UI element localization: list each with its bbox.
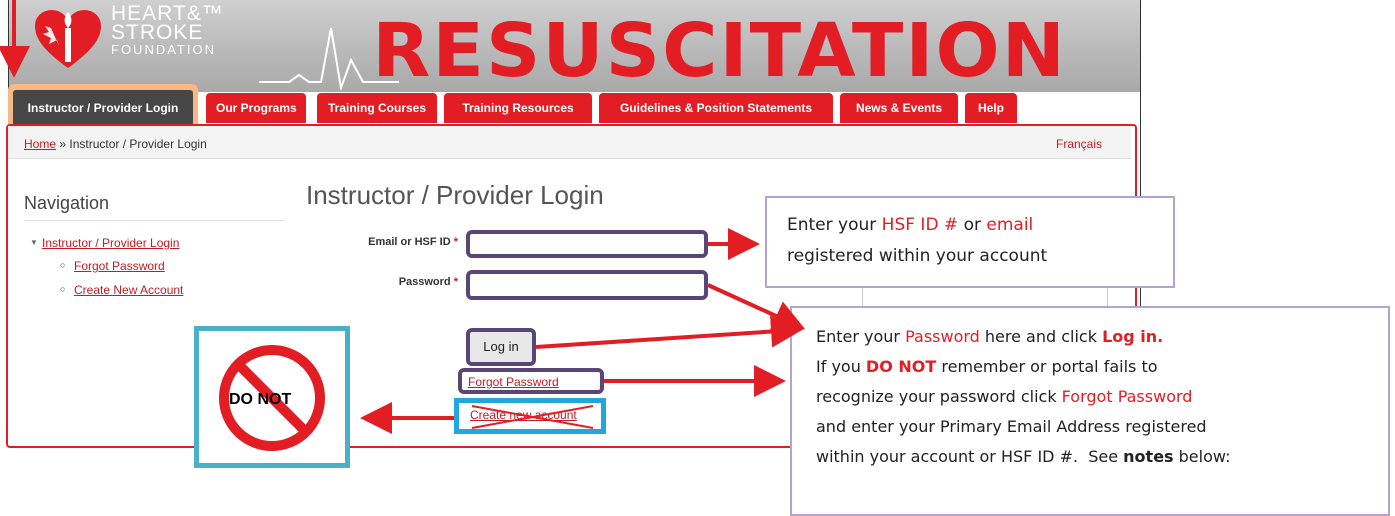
nav-item-create-account[interactable]: Create New Account: [74, 283, 183, 297]
tab-guidelines[interactable]: Guidelines & Position Statements: [599, 93, 833, 123]
callout-email-word: email: [986, 215, 1034, 235]
callout-hsf-id: HSF ID #: [881, 215, 959, 235]
password-label: Password *: [348, 276, 458, 288]
callout-text: If you: [816, 357, 866, 376]
logo-wordmark: HEART&™ STROKE FOUNDATION: [111, 3, 224, 57]
callout-line5: within your account or HSF ID #. See not…: [816, 442, 1364, 472]
navigation-heading: Navigation: [24, 193, 110, 213]
tab-our-programs[interactable]: Our Programs: [206, 93, 306, 123]
login-button[interactable]: Log in: [466, 328, 536, 366]
callout-forgot-password: Forgot Password: [1061, 387, 1193, 406]
callout-text: below:: [1173, 447, 1231, 466]
forgot-password-link[interactable]: Forgot Password: [468, 375, 559, 389]
tab-help[interactable]: Help: [965, 93, 1017, 123]
required-mark: *: [453, 276, 458, 288]
password-label-text: Password: [398, 276, 451, 288]
callout-line2: If you DO NOT remember or portal fails t…: [816, 352, 1364, 382]
page-title: Instructor / Provider Login: [306, 180, 604, 210]
email-label-text: Email or HSF ID: [368, 236, 451, 248]
nav-item-login[interactable]: Instructor / Provider Login: [42, 236, 179, 250]
tab-training-courses[interactable]: Training Courses: [317, 93, 437, 123]
header-banner: HEART&™ STROKE FOUNDATION RESUSCITATION: [9, 0, 1140, 92]
password-field[interactable]: [466, 270, 708, 300]
triangle-down-icon: ▼: [30, 238, 38, 247]
site-title: RESUSCITATION: [372, 8, 1067, 94]
callout-text: or: [958, 215, 987, 235]
callout-text: within your account or HSF ID #. See: [816, 447, 1124, 466]
callout-email-line2: registered within your account: [787, 246, 1048, 266]
breadcrumb: Home » Instructor / Provider Login: [24, 137, 207, 151]
required-mark: *: [453, 236, 458, 248]
breadcrumb-home-link[interactable]: Home: [24, 137, 56, 151]
callout-login-word: Log in.: [1102, 327, 1164, 346]
bullet-icon: ○: [60, 284, 66, 294]
callout-text: Enter your: [787, 215, 882, 235]
do-not-text: DO NOT: [229, 391, 292, 408]
tab-training-resources[interactable]: Training Resources: [444, 93, 592, 123]
breadcrumb-current: Instructor / Provider Login: [69, 137, 207, 151]
language-link[interactable]: Français: [1056, 137, 1102, 151]
callout-line3: recognize your password click Forgot Pas…: [816, 382, 1364, 412]
email-label: Email or HSF ID *: [348, 236, 458, 248]
callout-line1: Enter your Password here and click Log i…: [816, 322, 1364, 352]
callout-text: Enter your: [816, 327, 906, 346]
bullet-icon: ○: [60, 260, 66, 270]
email-field[interactable]: [466, 230, 708, 258]
callout-line4: and enter your Primary Email Address reg…: [816, 417, 1207, 436]
logo-line-3: FOUNDATION: [111, 42, 216, 57]
callout-text: here and click: [979, 327, 1103, 346]
heart-torch-logo-icon: [35, 10, 101, 68]
callout-password: Enter your Password here and click Log i…: [790, 306, 1390, 516]
callout-text: recognize your password click: [816, 387, 1062, 406]
callout-notes: notes: [1123, 447, 1174, 466]
breadcrumb-separator: »: [56, 137, 70, 151]
tab-news-events[interactable]: News & Events: [840, 93, 958, 123]
tab-instructor-login[interactable]: Instructor / Provider Login: [13, 90, 193, 126]
callout-email: Enter your HSF ID # or email registered …: [765, 196, 1175, 288]
do-not-sign-box: DO NOT: [194, 326, 350, 468]
callout-text: remember or portal fails to: [936, 357, 1158, 376]
callout-do-not: DO NOT: [865, 357, 937, 376]
navigation-divider: [24, 220, 284, 221]
logo-line-2: STROKE: [111, 21, 204, 44]
nav-item-forgot-password[interactable]: Forgot Password: [74, 259, 165, 273]
callout-password-word: Password: [905, 327, 980, 346]
callout-email-line1: Enter your HSF ID # or email: [787, 210, 1153, 241]
cross-out-icon: [471, 405, 594, 429]
